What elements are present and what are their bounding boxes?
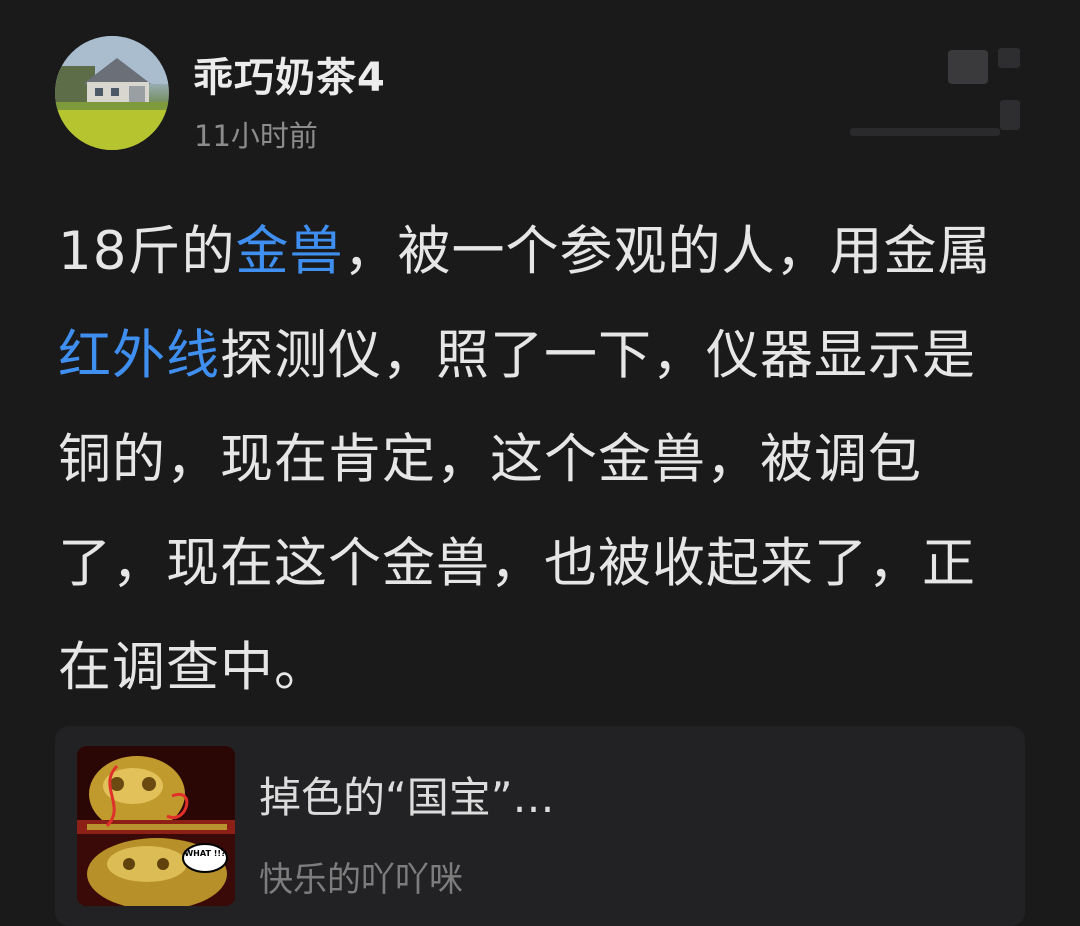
username[interactable]: 乖巧奶茶4	[193, 45, 386, 103]
linked-post-author[interactable]: 快乐的吖吖咪	[259, 852, 463, 901]
linked-post-thumbnail: WHAT !!?	[77, 746, 235, 906]
linked-post-card[interactable]: WHAT !!? 掉色的“国宝”… 快乐的吖吖咪	[55, 726, 1025, 926]
post-header: 乖巧奶茶4 11小时前	[0, 0, 1080, 180]
golden-beast-thumbnail-icon: WHAT !!?	[77, 746, 235, 906]
post-body-text: 18斤的金兽，被一个参观的人，用金属红外线探测仪，照了一下，仪器显示是铜的，现在…	[58, 200, 1018, 720]
avatar[interactable]	[55, 36, 169, 150]
avatar-house-photo-icon	[55, 36, 169, 150]
post-timestamp: 11小时前	[194, 119, 318, 153]
keyword-link[interactable]: 红外线	[58, 325, 220, 386]
post-text-segment: ，被一个参观的人，用金属	[343, 221, 992, 282]
more-options-icon[interactable]	[850, 40, 1025, 140]
linked-post-title[interactable]: 掉色的“国宝”…	[259, 764, 555, 825]
post-text-segment: 18斤的	[58, 221, 236, 282]
keyword-link[interactable]: 金兽	[235, 221, 343, 282]
thumb-sticker-text: WHAT !!?	[184, 849, 226, 858]
